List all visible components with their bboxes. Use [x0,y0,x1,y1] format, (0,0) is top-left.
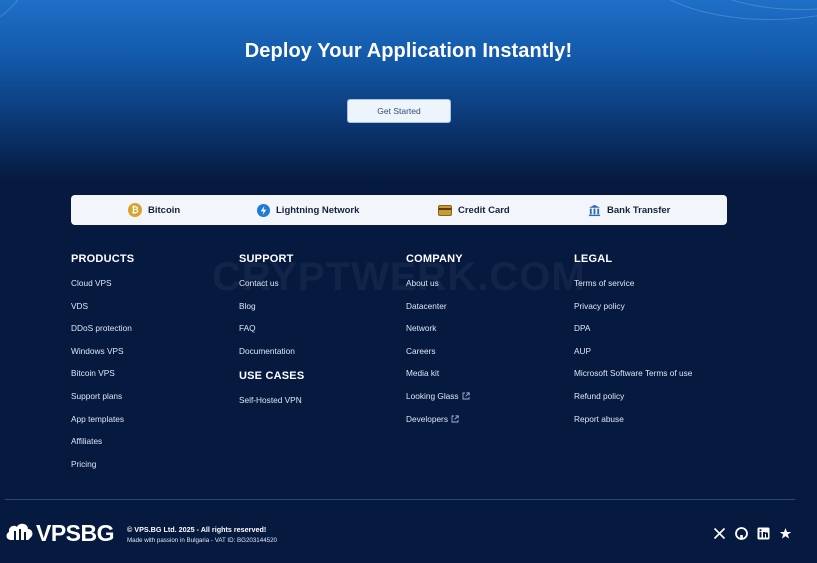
footer-link[interactable]: Privacy policy [574,301,692,324]
payment-lightning: Lightning Network [257,195,359,225]
linkedin-icon[interactable] [757,527,770,540]
footer-link[interactable]: Cloud VPS [71,278,134,301]
external-link-icon [462,392,470,402]
copyright-block: © VPS.BG Ltd. 2025 - All rights reserved… [127,525,277,544]
footer-link[interactable]: DDoS protection [71,323,134,346]
footer-column-support: SUPPORT Contact us Blog FAQ Documentatio… [239,253,304,418]
footer-link[interactable]: Terms of service [574,278,692,301]
footer-link[interactable]: Blog [239,301,304,324]
bitcoin-icon: ₿ [128,203,142,217]
footer-link[interactable]: Datacenter [406,301,470,324]
footer-column-legal: LEGAL Terms of service Privacy policy DP… [574,253,692,436]
credit-card-icon [438,204,452,216]
payment-label: Bitcoin [148,204,181,216]
get-started-button[interactable]: Get Started [347,99,451,123]
payment-label: Bank Transfer [607,204,671,216]
footer-link[interactable]: Self-Hosted VPN [239,395,304,418]
tagline-text: Made with passion in Bulgaria - VAT ID: … [127,537,277,544]
vpsbg-logo[interactable]: VPSBG [4,520,115,547]
hero-title: Deploy Your Application Instantly! [244,40,573,62]
footer-link[interactable]: Documentation [239,346,304,369]
footer-column-products: PRODUCTS Cloud VPS VDS DDoS protection W… [71,253,134,481]
footer-link[interactable]: Pricing [71,459,134,482]
footer-link[interactable]: Windows VPS [71,346,134,369]
footer-heading: USE CASES [239,370,305,383]
star-icon[interactable] [779,527,792,540]
svg-text:₿: ₿ [131,205,138,216]
footer-divider [5,499,795,500]
footer-link[interactable]: About us [406,278,470,301]
footer-heading: SUPPORT [239,253,294,265]
footer-link[interactable]: AUP [574,346,692,369]
footer-link[interactable]: Contact us [239,278,304,301]
footer-link-looking-glass[interactable]: Looking Glass [406,391,470,414]
cloud-icon [4,520,34,547]
footer-link[interactable]: VDS [71,301,134,324]
footer-link[interactable]: Report abuse [574,414,692,437]
footer-heading: PRODUCTS [71,253,135,265]
github-icon[interactable] [735,527,748,540]
footer-heading: LEGAL [574,253,613,265]
lightning-icon [257,203,270,217]
payment-bank-transfer: Bank Transfer [588,195,670,225]
footer-link[interactable]: Support plans [71,391,134,414]
footer-link[interactable]: Microsoft Software Terms of use [574,368,692,391]
footer-link[interactable]: Affiliates [71,436,134,459]
payment-methods-bar: ₿ Bitcoin Lightning Network Credit Card … [71,195,727,225]
payment-label: Credit Card [458,204,510,216]
footer-link[interactable]: Refund policy [574,391,692,414]
payment-bitcoin: ₿ Bitcoin [128,195,180,225]
decorative-arc [0,0,40,30]
logo-text: VPSBG [36,520,115,546]
footer-heading: COMPANY [406,253,463,265]
social-links [713,527,792,540]
bank-icon [588,204,601,217]
footer-link[interactable]: DPA [574,323,692,346]
external-link-icon [451,414,459,425]
x-icon[interactable] [713,527,726,540]
footer-link-label: Developers [406,413,448,424]
footer-link[interactable]: Media kit [406,368,470,391]
footer-link[interactable]: Network [406,323,470,346]
footer-link[interactable]: Careers [406,346,470,369]
copyright-text: © VPS.BG Ltd. 2025 - All rights reserved… [127,525,267,534]
hero-section: Deploy Your Application Instantly! Get S… [0,0,817,180]
footer-link[interactable]: FAQ [239,323,304,346]
footer-link-label: Looking Glass [406,390,459,401]
footer-link[interactable]: Bitcoin VPS [71,368,134,391]
payment-credit-card: Credit Card [438,195,510,225]
footer-column-company: COMPANY About us Datacenter Network Care… [406,253,470,436]
payment-label: Lightning Network [276,204,360,216]
footer-link[interactable]: App templates [71,414,134,437]
footer-link-developers[interactable]: Developers [406,414,470,437]
